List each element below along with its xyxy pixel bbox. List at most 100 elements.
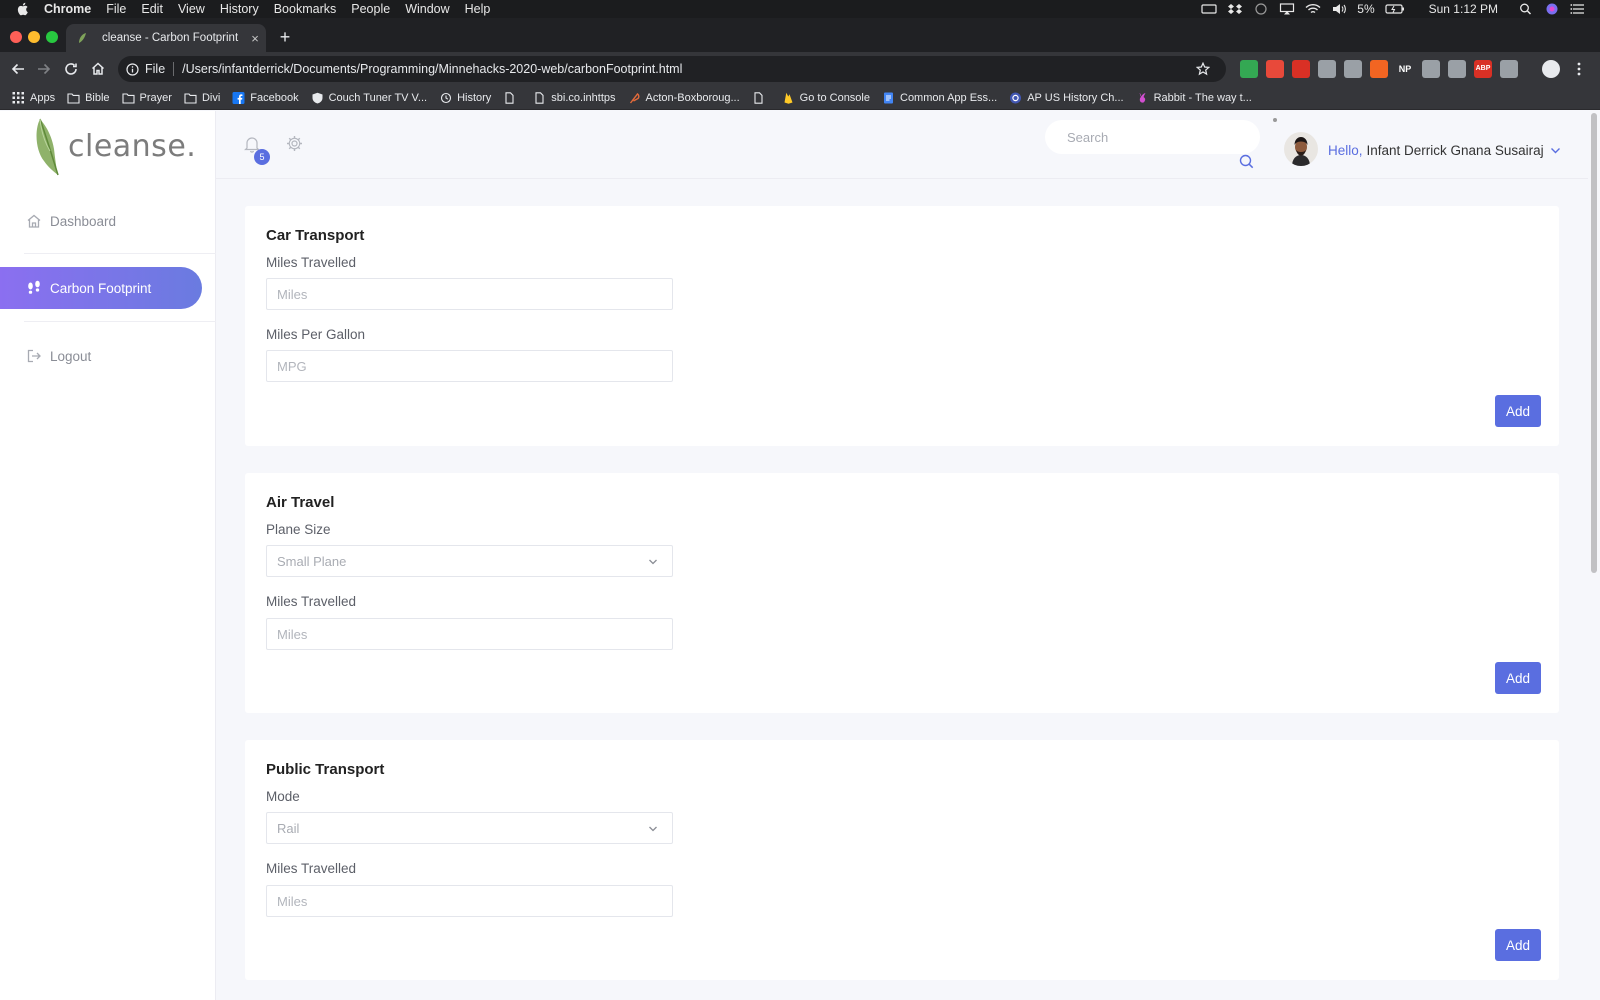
apple-logo-icon[interactable]	[16, 2, 30, 16]
volume-icon[interactable]	[1331, 3, 1347, 15]
back-arrow-icon[interactable]	[10, 61, 26, 77]
spotlight-search-icon[interactable]	[1518, 3, 1534, 15]
forward-arrow-icon[interactable]	[36, 61, 52, 77]
logout-icon	[27, 349, 41, 363]
bookmark-bible[interactable]: Bible	[67, 92, 110, 104]
miles-travelled-label: Miles Travelled	[266, 594, 357, 609]
menu-bookmarks[interactable]: Bookmarks	[274, 0, 337, 18]
macos-menu-bar: Chrome File Edit View History Bookmarks …	[0, 0, 1600, 18]
bookmark-go-to-console[interactable]: Go to Console	[782, 92, 870, 104]
home-icon	[27, 214, 41, 228]
search-icon[interactable]	[1239, 154, 1254, 169]
extension-np-icon[interactable]: NP	[1396, 60, 1414, 78]
mode-value: Rail	[277, 820, 300, 836]
scrollbar-thumb[interactable]	[1591, 113, 1597, 573]
bookmark-couch-tuner[interactable]: Couch Tuner TV V...	[311, 92, 427, 104]
extension-shield-icon[interactable]	[1318, 60, 1336, 78]
extension-flame-icon[interactable]	[1370, 60, 1388, 78]
menu-history[interactable]: History	[220, 0, 259, 18]
page-icon	[754, 91, 763, 104]
menu-edit[interactable]: Edit	[141, 0, 163, 18]
nav-dashboard[interactable]: Dashboard	[0, 200, 202, 242]
profile-avatar-icon[interactable]	[1542, 60, 1560, 78]
address-bar[interactable]: File /Users/infantderrick/Documents/Prog…	[118, 56, 1226, 82]
browser-menu-icon[interactable]	[1576, 61, 1582, 77]
extension-pen-icon[interactable]	[1292, 60, 1310, 78]
apps-grid-icon	[12, 91, 24, 103]
search-input[interactable]	[1045, 120, 1260, 154]
bookmark-apps[interactable]: Apps	[12, 91, 55, 104]
public-miles-input[interactable]	[266, 885, 673, 917]
gear-icon[interactable]	[286, 135, 303, 152]
firebase-icon	[784, 92, 793, 104]
page-icon	[505, 91, 514, 104]
menu-help[interactable]: Help	[465, 0, 491, 18]
nav-carbon-footprint[interactable]: Carbon Footprint	[0, 267, 202, 309]
air-miles-input[interactable]	[266, 618, 673, 650]
car-mpg-input[interactable]	[266, 350, 673, 382]
bookmark-divi[interactable]: Divi	[184, 92, 220, 104]
circle-status-icon[interactable]	[1253, 3, 1269, 15]
bookmark-sbi[interactable]: sbi.co.inhttps	[533, 92, 616, 104]
car-add-button[interactable]: Add	[1495, 395, 1541, 427]
bookmark-common-app[interactable]: Common App Ess...	[882, 92, 997, 104]
home-icon[interactable]	[90, 61, 106, 77]
battery-icon[interactable]	[1385, 3, 1405, 15]
window-close-button[interactable]	[10, 31, 22, 43]
avatar[interactable]	[1284, 132, 1318, 166]
bookmark-rabbit[interactable]: Rabbit - The way t...	[1136, 92, 1252, 104]
bookmark-blank-page-2[interactable]	[752, 91, 770, 104]
extension-hat-icon[interactable]	[1448, 60, 1466, 78]
reload-icon[interactable]	[63, 61, 79, 77]
extension-drive-icon[interactable]	[1240, 60, 1258, 78]
menu-view[interactable]: View	[178, 0, 205, 18]
siri-icon[interactable]	[1544, 3, 1560, 15]
plane-size-value: Small Plane	[277, 553, 347, 569]
status-tray-icon[interactable]	[1201, 3, 1217, 15]
new-tab-button[interactable]: +	[274, 26, 296, 48]
air-add-button[interactable]: Add	[1495, 662, 1541, 694]
extension-ghost-icon[interactable]	[1344, 60, 1362, 78]
menu-app-name[interactable]: Chrome	[44, 0, 91, 18]
extension-video-icon[interactable]	[1266, 60, 1284, 78]
bookmark-history[interactable]: History	[439, 92, 491, 104]
page-scrollbar[interactable]	[1588, 111, 1600, 1000]
menu-window[interactable]: Window	[405, 0, 449, 18]
menu-file[interactable]: File	[106, 0, 126, 18]
public-add-button[interactable]: Add	[1495, 929, 1541, 961]
extension-adblock-icon[interactable]: ABP	[1474, 60, 1492, 78]
bookmark-blank-page[interactable]	[503, 91, 521, 104]
car-miles-input[interactable]	[266, 278, 673, 310]
info-icon[interactable]	[126, 62, 139, 76]
window-zoom-button[interactable]	[46, 31, 58, 43]
menu-clock[interactable]: Sun 1:12 PM	[1429, 2, 1498, 16]
top-bar: 5 Hello, Infant Derrick Gnana Susairaj	[216, 111, 1588, 179]
bookmark-ap-us-history[interactable]: AP US History Ch...	[1009, 92, 1124, 104]
airplay-icon[interactable]	[1279, 3, 1295, 15]
rabbit-icon	[1139, 92, 1146, 103]
sidebar: cleanse. Dashboard Carbon Footprint Logo…	[0, 111, 216, 1000]
bookmark-facebook[interactable]: Facebook	[232, 91, 299, 104]
menu-extras: 5% Sun 1:12 PM	[1201, 0, 1586, 18]
quizlet-icon	[1010, 92, 1022, 103]
extension-stack-icon[interactable]	[1500, 60, 1518, 78]
web-page: cleanse. Dashboard Carbon Footprint Logo…	[0, 111, 1600, 1000]
window-minimize-button[interactable]	[28, 31, 40, 43]
bookmarks-bar: Apps Bible Prayer Divi Facebook Couch Tu…	[0, 86, 1600, 110]
extension-badge-icon[interactable]	[1422, 60, 1440, 78]
url-text[interactable]: /Users/infantderrick/Documents/Programmi…	[182, 62, 682, 76]
mode-select[interactable]: Rail	[266, 812, 673, 844]
bookmark-label: Divi	[201, 91, 221, 104]
plane-size-select[interactable]: Small Plane	[266, 545, 673, 577]
bookmark-prayer[interactable]: Prayer	[121, 92, 172, 104]
notification-center-icon[interactable]	[1570, 3, 1586, 15]
user-menu[interactable]: Hello, Infant Derrick Gnana Susairaj	[1328, 143, 1561, 158]
browser-tab-active[interactable]: cleanse - Carbon Footprint ×	[66, 24, 266, 52]
dropbox-icon[interactable]	[1227, 3, 1243, 15]
menu-people[interactable]: People	[351, 0, 390, 18]
tab-close-icon[interactable]: ×	[244, 31, 266, 46]
wifi-icon[interactable]	[1305, 3, 1321, 15]
bookmark-acton-boxborough[interactable]: Acton-Boxboroug...	[628, 92, 740, 104]
bookmark-star-icon[interactable]	[1196, 62, 1210, 76]
nav-logout[interactable]: Logout	[0, 335, 202, 377]
